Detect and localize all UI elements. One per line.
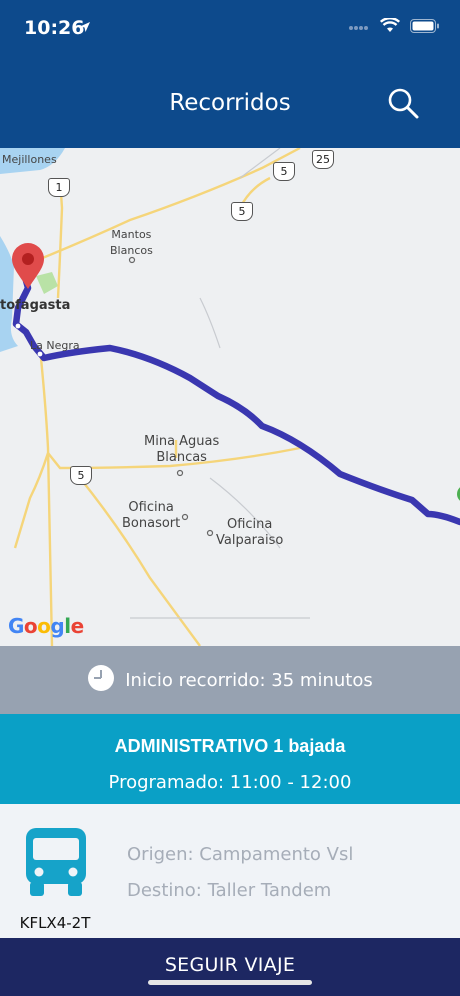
battery-icon — [410, 18, 440, 38]
search-icon — [386, 88, 420, 124]
route-1-shield: 1 — [48, 178, 70, 197]
wifi-icon — [379, 17, 401, 38]
destination-marker-icon[interactable] — [452, 484, 460, 504]
map-canvas — [0, 148, 460, 646]
route-5-shield-north: 5 — [273, 162, 295, 181]
map-label-oficina-bonasort: Oficina Bonasort — [122, 500, 181, 531]
search-button[interactable] — [386, 86, 420, 120]
origin-text: Origen: Campamento Vsl — [127, 844, 354, 865]
map-label-antofagasta: tofagasta — [0, 298, 71, 313]
home-indicator — [148, 980, 312, 985]
status-time: 10:26 — [24, 17, 85, 39]
start-info-text: Inicio recorrido: 35 minutos — [125, 669, 373, 691]
navigation-bar: Recorridos — [0, 58, 460, 148]
route-5-shield-south: 5 — [70, 466, 92, 485]
google-logo: Google — [8, 614, 84, 638]
destination-text: Destino: Taller Tandem — [127, 880, 332, 901]
route-schedule: Programado: 11:00 - 12:00 — [108, 772, 352, 793]
clock-icon — [87, 664, 115, 697]
start-info-bar: Inicio recorrido: 35 minutos — [0, 646, 460, 714]
map-label-mejillones: Mejillones — [2, 153, 57, 166]
map-label-mantos-blancos: Mantos Blancos — [110, 228, 153, 257]
vehicle-panel: KFLX4-2T Origen: Campamento Vsl Destino:… — [0, 804, 460, 938]
follow-trip-label: SEGUIR VIAJE — [164, 954, 296, 976]
bus-icon — [24, 826, 88, 903]
signal-icon — [348, 19, 370, 37]
status-bar: 10:26 — [0, 0, 460, 58]
route-panel: ADMINISTRATIVO 1 bajada Programado: 11:0… — [0, 714, 460, 804]
map-label-mina-aguas-blancas: Mina Aguas Blancas — [144, 434, 220, 465]
location-arrow-icon — [79, 20, 91, 38]
route-map[interactable]: Mejillones Mantos Blancos tofagasta La N… — [0, 148, 460, 646]
route-name: ADMINISTRATIVO 1 bajada — [114, 736, 346, 756]
map-label-la-negra: La Negra — [30, 339, 80, 352]
route-25-shield: 25 — [312, 150, 334, 169]
vehicle-plate: KFLX4-2T — [19, 914, 91, 932]
map-label-oficina-valparaiso: Oficina Valparaiso — [216, 517, 284, 548]
route-5-shield: 5 — [231, 202, 253, 221]
follow-trip-button[interactable]: SEGUIR VIAJE — [0, 938, 460, 996]
